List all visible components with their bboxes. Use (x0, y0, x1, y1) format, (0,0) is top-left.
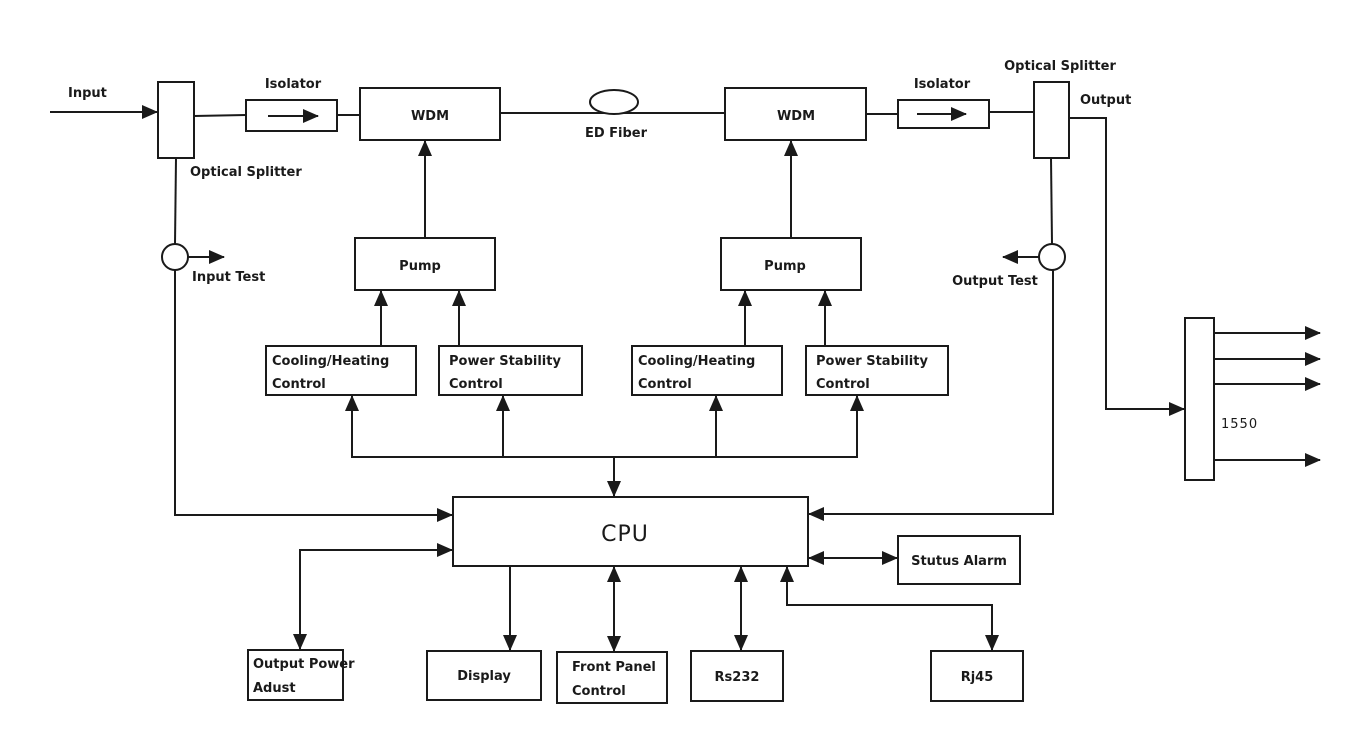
pump-1-label: Pump (399, 259, 441, 274)
link (193, 114, 247, 117)
optical-splitter-out (1033, 81, 1070, 159)
output-line (1069, 117, 1185, 416)
wdm-2-label: WDM (777, 109, 815, 124)
ed-fiber-coil (589, 89, 639, 115)
isolator-1-label: Isolator (265, 77, 322, 92)
label: Control (572, 684, 626, 699)
wdm-1-label: WDM (411, 109, 449, 124)
ed-fiber-label: ED Fiber (585, 126, 648, 141)
splitter-1550-label: 1550 (1221, 417, 1258, 432)
label: Display (457, 669, 511, 684)
label: Control (638, 377, 692, 392)
output-label: Output (1080, 93, 1131, 108)
pump-2-label: Pump (764, 259, 806, 274)
output-test-label: Output Test (952, 274, 1038, 289)
optical-splitter-in-label: Optical Splitter (190, 165, 302, 180)
output-test-tap (1038, 243, 1066, 271)
label: Adust (253, 681, 296, 696)
input-label: Input (68, 86, 107, 101)
label: Control (816, 377, 870, 392)
input-test-label: Input Test (192, 270, 265, 285)
label: Cooling/Heating (638, 354, 755, 369)
link (1050, 157, 1053, 245)
cpu-output-power-link (293, 543, 453, 650)
control-bus (351, 396, 858, 458)
label: Cooling/Heating (272, 354, 389, 369)
label: Output Power (253, 657, 355, 672)
label: Rs232 (715, 670, 760, 685)
label: Front Panel (572, 660, 656, 675)
edfa-block-diagram: Input Optical Splitter Isolator WDM ED F… (50, 59, 1321, 704)
splitter-1550 (1184, 317, 1215, 481)
optical-splitter-out-label: Optical Splitter (1004, 59, 1116, 74)
link (174, 157, 177, 245)
label: Control (272, 377, 326, 392)
label: Stutus Alarm (911, 554, 1007, 569)
label: Rj45 (961, 670, 994, 685)
input-test-tap (161, 243, 189, 271)
isolator-2-label: Isolator (914, 77, 971, 92)
label: Power Stability (449, 354, 561, 369)
label: Control (449, 377, 503, 392)
optical-splitter-in (157, 81, 195, 159)
cpu-label: CPU (601, 522, 649, 547)
label: Power Stability (816, 354, 928, 369)
